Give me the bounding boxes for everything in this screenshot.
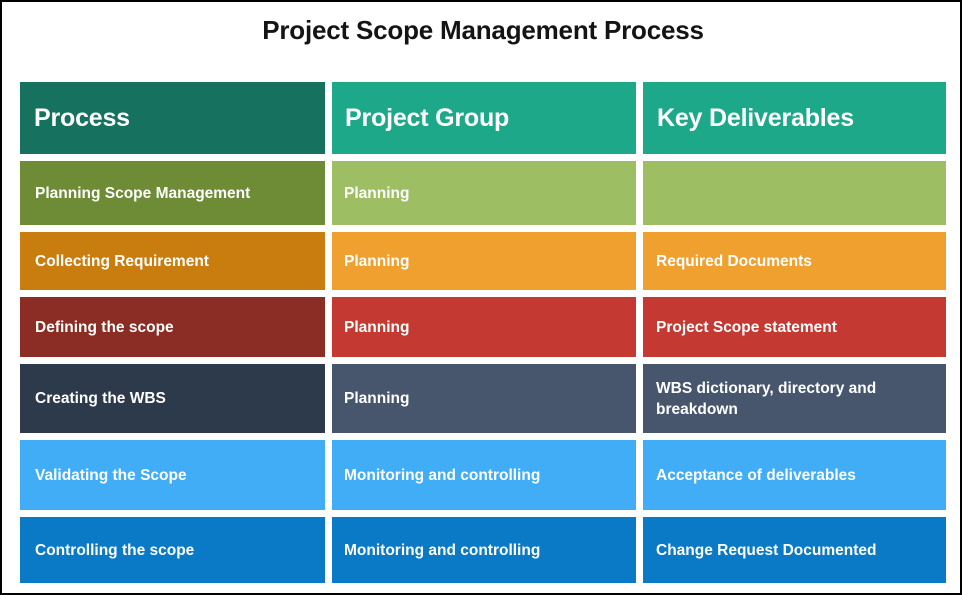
cell-key-deliverables [643,161,946,225]
cell-key-deliverables: Required Documents [643,232,946,290]
cell-process: Defining the scope [20,297,325,357]
page-title: Project Scope Management Process [262,15,704,45]
table-row: Defining the scope Planning Project Scop… [20,297,946,357]
table-row: Validating the Scope Monitoring and cont… [20,440,946,510]
cell-key-deliverables: Change Request Documented [643,517,946,583]
cell-key-deliverables: Project Scope statement [643,297,946,357]
cell-key-deliverables: WBS dictionary, directory and breakdown [643,364,946,433]
header-cell-project-group: Project Group [332,82,636,154]
scope-management-table: Process Project Group Key Deliverables P… [20,82,946,583]
cell-project-group: Monitoring and controlling [332,517,636,583]
cell-project-group: Planning [332,297,636,357]
table-header-row: Process Project Group Key Deliverables [20,82,946,154]
cell-process: Collecting Requirement [20,232,325,290]
cell-project-group: Planning [332,364,636,433]
cell-project-group: Monitoring and controlling [332,440,636,510]
header-cell-key-deliverables: Key Deliverables [643,82,946,154]
table-row: Collecting Requirement Planning Required… [20,232,946,290]
cell-process: Creating the WBS [20,364,325,433]
cell-process: Controlling the scope [20,517,325,583]
table-row: Creating the WBS Planning WBS dictionary… [20,364,946,433]
table-row: Controlling the scope Monitoring and con… [20,517,946,583]
cell-process: Planning Scope Management [20,161,325,225]
cell-key-deliverables: Acceptance of deliverables [643,440,946,510]
cell-project-group: Planning [332,232,636,290]
cell-project-group: Planning [332,161,636,225]
table-row: Planning Scope Management Planning [20,161,946,225]
slide-canvas: Project Scope Management Process Process… [0,0,962,595]
cell-process: Validating the Scope [20,440,325,510]
header-cell-process: Process [20,82,325,154]
